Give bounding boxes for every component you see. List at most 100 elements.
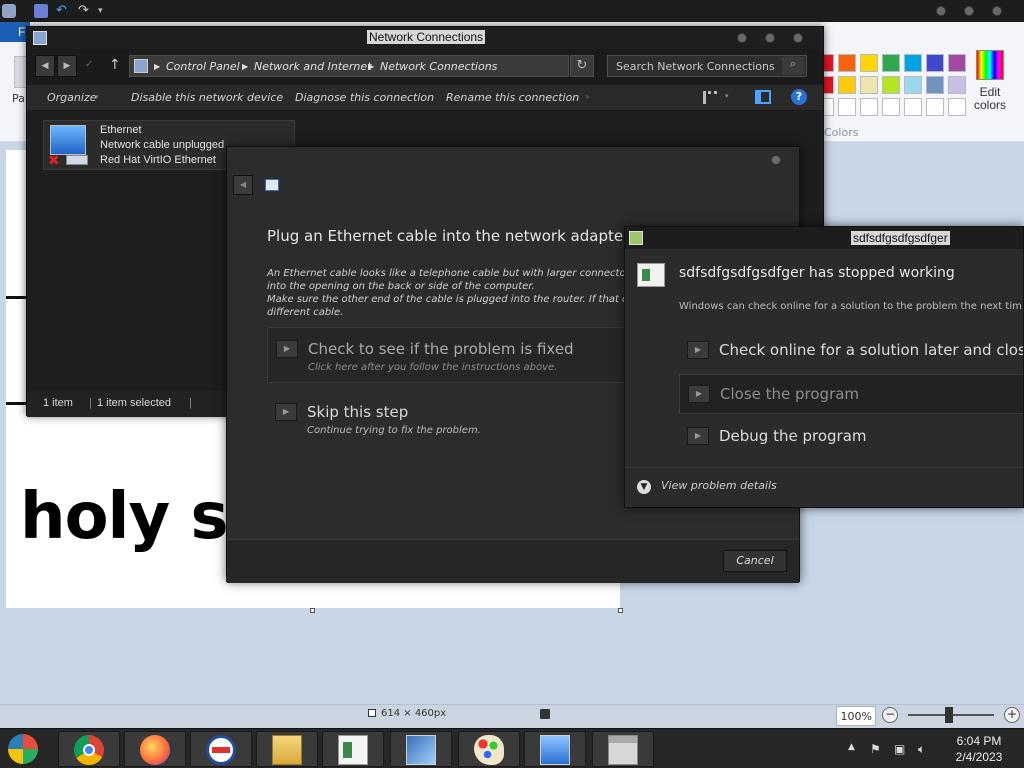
disable-device-button[interactable]: Disable this network device — [131, 91, 283, 104]
color-swatch[interactable] — [926, 76, 944, 94]
search-icon[interactable]: ⌕ — [782, 57, 804, 75]
breadcrumb-separator-icon: ▶ — [242, 62, 249, 71]
undo-icon[interactable]: ↶ — [56, 4, 70, 18]
close-button[interactable] — [771, 155, 781, 165]
view-details-toggle[interactable]: ▼ View problem details — [637, 479, 777, 494]
breadcrumb-separator-icon: ▶ — [154, 62, 161, 71]
empty-color-swatch[interactable] — [904, 98, 922, 116]
organize-menu[interactable]: Organize — [47, 91, 96, 104]
close-button[interactable] — [793, 33, 803, 43]
forward-button[interactable]: ▶ — [57, 55, 77, 77]
breadcrumb-network-connections[interactable]: Network Connections — [380, 60, 497, 73]
more-commands-icon[interactable]: » — [585, 92, 590, 101]
zoom-out-button[interactable]: − — [882, 707, 898, 723]
taskbar-chrome[interactable] — [58, 731, 120, 767]
diagnose-connection-button[interactable]: Diagnose this connection — [295, 91, 434, 104]
search-placeholder: Search Network Connections — [616, 60, 775, 73]
empty-color-swatch[interactable] — [926, 98, 944, 116]
resize-handle[interactable] — [618, 608, 623, 613]
arrow-right-icon: ▶ — [687, 427, 709, 445]
cancel-button[interactable]: Cancel — [723, 550, 787, 572]
taskbar-troubleshooter[interactable] — [390, 731, 452, 767]
qat-dropdown-icon[interactable]: ▾ — [98, 4, 112, 18]
up-arrow-icon[interactable]: ↑ — [109, 57, 121, 73]
refresh-icon[interactable]: ↻ — [570, 55, 594, 77]
empty-color-swatch[interactable] — [948, 98, 966, 116]
edit-colors-button[interactable]: Edit colors — [968, 50, 1012, 112]
color-swatch[interactable] — [882, 76, 900, 94]
paint-close-button[interactable] — [992, 6, 1002, 16]
start-button[interactable] — [0, 731, 62, 767]
color-swatch[interactable] — [838, 54, 856, 72]
arrow-right-icon: ▶ — [275, 403, 297, 421]
close-program-option[interactable]: ▶ Close the program — [679, 374, 1023, 414]
taskbar: ▲ ⚑ ▣ 🔈︎ 6:04 PM 2/4/2023 — [0, 728, 1024, 768]
resize-handle[interactable] — [310, 608, 315, 613]
empty-color-swatch[interactable] — [882, 98, 900, 116]
taskbar-archive[interactable] — [592, 731, 654, 767]
save-icon[interactable] — [34, 4, 48, 18]
empty-color-swatch[interactable] — [838, 98, 856, 116]
minimize-button[interactable] — [737, 33, 747, 43]
firefox-icon — [140, 735, 170, 765]
search-input[interactable]: Search Network Connections ⌕ — [607, 55, 807, 77]
color-swatch[interactable] — [860, 54, 878, 72]
back-button[interactable]: ◀ — [35, 55, 55, 77]
taskbar-firefox[interactable] — [124, 731, 186, 767]
change-view-icon[interactable] — [703, 91, 717, 104]
taskbar-network[interactable] — [524, 731, 586, 767]
start-orb-icon — [8, 734, 38, 764]
view-dropdown-icon[interactable]: ▾ — [725, 92, 729, 100]
clock[interactable]: 6:04 PM 2/4/2023 — [934, 733, 1024, 765]
quick-access-toolbar: ↶ ↷ ▾ — [0, 0, 1024, 22]
address-bar[interactable]: ▶ Control Panel ▶ Network and Internet ▶… — [129, 55, 569, 77]
color-swatch[interactable] — [882, 54, 900, 72]
color-swatch[interactable] — [860, 76, 878, 94]
redo-icon[interactable]: ↷ — [78, 4, 92, 18]
empty-color-swatch[interactable] — [860, 98, 878, 116]
paint-maximize-button[interactable] — [964, 6, 974, 16]
breadcrumb-network-internet[interactable]: Network and Internet — [254, 60, 372, 73]
view-details-label: View problem details — [661, 479, 777, 492]
zoom-in-button[interactable]: + — [1004, 707, 1020, 723]
taskbar-file-explorer[interactable] — [256, 731, 318, 767]
back-button[interactable]: ◀ — [233, 175, 253, 195]
color-swatch[interactable] — [926, 54, 944, 72]
help-icon[interactable]: ? — [791, 89, 807, 105]
action-center-flag-icon[interactable]: ⚑ — [870, 742, 881, 756]
maximize-button[interactable] — [765, 33, 775, 43]
organize-dropdown-icon: ▾ — [95, 93, 99, 101]
title-bar[interactable]: Network Connections — [27, 27, 823, 49]
color-swatch[interactable] — [948, 54, 966, 72]
preview-pane-icon[interactable] — [755, 90, 771, 104]
arrow-right-icon: ▶ — [276, 340, 298, 358]
canvas-size-readout: 614 × 460px — [368, 708, 446, 719]
volume-icon[interactable]: 🔈︎ — [918, 742, 925, 757]
paint-app-icon[interactable] — [2, 4, 16, 18]
item-count: 1 item — [43, 397, 73, 409]
color-swatch[interactable] — [904, 54, 922, 72]
check-online-option[interactable]: ▶ Check online for a solution later and … — [679, 331, 1023, 371]
taskbar-paint[interactable] — [458, 731, 520, 767]
debug-program-option[interactable]: ▶ Debug the program — [679, 417, 1023, 457]
chrome-icon-center — [83, 744, 95, 756]
network-monitor-icon — [50, 125, 86, 155]
color-swatch[interactable] — [904, 76, 922, 94]
rename-connection-button[interactable]: Rename this connection — [446, 91, 579, 104]
title-bar[interactable]: sdfsdfgsdfgsdfger — [625, 227, 1023, 249]
step-heading: Plug an Ethernet cable into the network … — [267, 227, 630, 245]
description-line: different cable. — [267, 307, 344, 318]
zoom-slider-thumb[interactable] — [945, 707, 953, 723]
taskbar-opera[interactable] — [190, 731, 252, 767]
option-subtitle: Click here after you follow the instruct… — [308, 362, 558, 373]
taskbar-notepad[interactable] — [322, 731, 384, 767]
show-hidden-icons[interactable]: ▲ — [848, 742, 855, 752]
breadcrumb-control-panel[interactable]: Control Panel — [166, 60, 240, 73]
paint-minimize-button[interactable] — [936, 6, 946, 16]
color-swatch[interactable] — [838, 76, 856, 94]
paint-palette-icon — [474, 735, 504, 765]
color-swatch[interactable] — [948, 76, 966, 94]
recent-pages-icon[interactable]: ✓ — [85, 59, 93, 70]
network-disconnected-icon[interactable]: ▣ — [894, 742, 905, 756]
opera-icon — [206, 735, 236, 765]
